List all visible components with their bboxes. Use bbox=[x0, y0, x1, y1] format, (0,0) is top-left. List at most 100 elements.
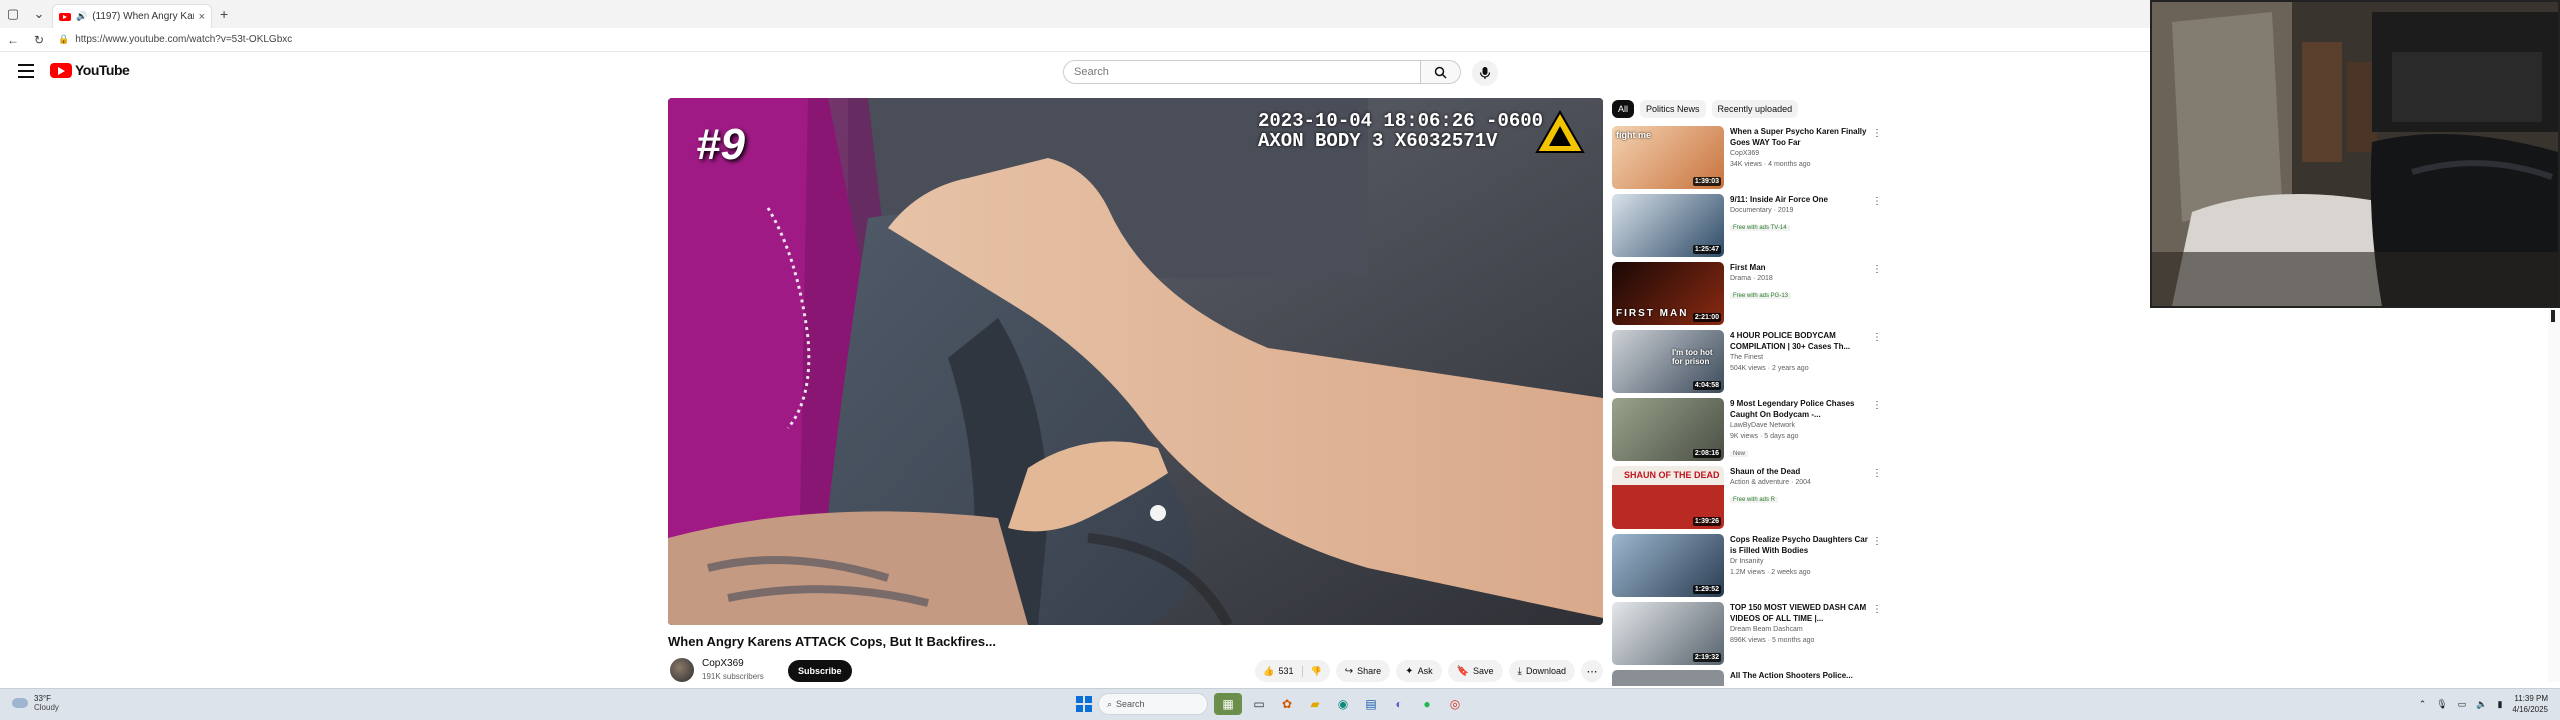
more-options-icon[interactable]: ⋮ bbox=[1872, 604, 1882, 615]
recommendation-title[interactable]: 9 Most Legendary Police Chases Caught On… bbox=[1730, 398, 1870, 420]
tab-title: (1197) When Angry Karens AT bbox=[92, 11, 193, 22]
ask-label: Ask bbox=[1417, 666, 1433, 676]
more-options-icon[interactable]: ⋮ bbox=[1872, 128, 1882, 139]
close-tab-icon[interactable]: × bbox=[199, 11, 205, 23]
video-duration: 1:39:26 bbox=[1692, 517, 1721, 526]
store-icon[interactable]: ▤ bbox=[1360, 693, 1382, 715]
widgets-app-icon[interactable]: ▦ bbox=[1214, 693, 1242, 715]
scrollbar-thumb[interactable] bbox=[2551, 310, 2555, 322]
file-explorer-icon[interactable]: ▰ bbox=[1304, 693, 1326, 715]
recommendation-channel[interactable]: Dr Insanity bbox=[1730, 556, 1870, 567]
video-thumbnail[interactable] bbox=[1612, 670, 1724, 686]
video-thumbnail[interactable]: fight me 1:39:03 bbox=[1612, 126, 1724, 189]
recommendation-item[interactable]: FIRST MAN 2:21:00 First Man Drama · 2018… bbox=[1612, 262, 1882, 330]
recommendation-title[interactable]: First Man bbox=[1730, 262, 1870, 273]
video-thumbnail[interactable]: 1:25:47 bbox=[1612, 194, 1724, 257]
more-actions-icon[interactable]: ⋯ bbox=[1581, 660, 1603, 682]
axon-logo-icon bbox=[1535, 109, 1585, 153]
video-thumbnail[interactable]: I'm too hot for prison 4:04:58 bbox=[1612, 330, 1724, 393]
dislike-button[interactable]: 👎 bbox=[1303, 666, 1330, 677]
recommendation-item[interactable]: 2:19:32 TOP 150 MOST VIEWED DASH CAM VID… bbox=[1612, 602, 1882, 670]
download-button[interactable]: ⤓ Download bbox=[1508, 660, 1575, 682]
chip-politics-news[interactable]: Politics News bbox=[1640, 100, 1706, 118]
chevron-up-icon[interactable]: ⌃ bbox=[2419, 699, 2427, 710]
recommendation-title[interactable]: 9/11: Inside Air Force One bbox=[1730, 194, 1870, 205]
recommendation-item[interactable]: SHAUN OF THE DEAD 1:39:26 Shaun of the D… bbox=[1612, 466, 1882, 534]
battery-icon[interactable]: ▮ bbox=[2497, 699, 2502, 710]
more-options-icon[interactable]: ⋮ bbox=[1872, 264, 1882, 275]
subscribe-button[interactable]: Subscribe bbox=[788, 660, 852, 682]
recommendation-item[interactable]: fight me 1:39:03 When a Super Psycho Kar… bbox=[1612, 126, 1882, 194]
recommendation-title[interactable]: Shaun of the Dead bbox=[1730, 466, 1870, 477]
ask-button[interactable]: ✦ Ask bbox=[1396, 660, 1442, 682]
browser-tab-active[interactable]: 🔊 (1197) When Angry Karens AT × bbox=[52, 4, 212, 28]
more-options-icon[interactable]: ⋮ bbox=[1872, 332, 1882, 343]
clock[interactable]: 11:39 PM 4/16/2025 bbox=[2512, 693, 2548, 715]
teams-icon[interactable]: ◐ bbox=[1388, 693, 1410, 715]
video-thumbnail[interactable]: 1:29:52 bbox=[1612, 534, 1724, 597]
thumbs-down-icon: 👎 bbox=[1310, 665, 1322, 676]
url-field[interactable]: 🔒 https://www.youtube.com/watch?v=53t-OK… bbox=[58, 31, 1958, 49]
search-button[interactable] bbox=[1421, 60, 1461, 84]
windows-start-icon[interactable] bbox=[1076, 696, 1092, 712]
share-icon: ↪ bbox=[1344, 665, 1354, 677]
video-thumbnail[interactable]: 2:19:32 bbox=[1612, 602, 1724, 665]
speaker-icon[interactable]: 🔊 bbox=[76, 11, 87, 22]
refresh-icon[interactable]: ↻ bbox=[26, 33, 52, 47]
recommendation-channel[interactable]: The Finest bbox=[1730, 352, 1870, 363]
weather-widget[interactable]: 33°F Cloudy bbox=[12, 694, 59, 712]
search-input[interactable]: Search bbox=[1063, 60, 1421, 84]
spotify-icon[interactable]: ● bbox=[1416, 693, 1438, 715]
back-arrow-icon[interactable]: ← bbox=[0, 33, 26, 47]
recommendation-title[interactable]: TOP 150 MOST VIEWED DASH CAM VIDEOS OF A… bbox=[1730, 602, 1870, 624]
thumbs-up-icon: 👍 bbox=[1263, 665, 1275, 676]
recommendation-item[interactable]: All The Action Shooters Police... bbox=[1612, 670, 1882, 686]
recommendation-item[interactable]: I'm too hot for prison 4:04:58 4 HOUR PO… bbox=[1612, 330, 1882, 398]
recommendations-list: fight me 1:39:03 When a Super Psycho Kar… bbox=[1612, 126, 1882, 686]
more-options-icon[interactable]: ⋮ bbox=[1872, 196, 1882, 207]
chrome-icon[interactable]: ◎ bbox=[1444, 693, 1466, 715]
page-scrollbar[interactable] bbox=[2548, 310, 2560, 682]
recommendation-channel[interactable]: CopX369 bbox=[1730, 148, 1870, 159]
recommendation-title[interactable]: 4 HOUR POLICE BODYCAM COMPILATION | 30+ … bbox=[1730, 330, 1870, 352]
tab-actions-icon[interactable]: ▢ bbox=[0, 3, 26, 25]
new-tab-button[interactable]: + bbox=[220, 6, 228, 22]
save-button[interactable]: 🔖 Save bbox=[1447, 660, 1503, 682]
recommendation-title[interactable]: Cops Realize Psycho Daughters Car is Fil… bbox=[1730, 534, 1870, 556]
recommendation-title[interactable]: When a Super Psycho Karen Finally Goes W… bbox=[1730, 126, 1870, 148]
share-button[interactable]: ↪ Share bbox=[1335, 660, 1391, 682]
youtube-logo[interactable]: YouTube bbox=[50, 62, 130, 78]
recommendation-item[interactable]: 2:08:16 9 Most Legendary Police Chases C… bbox=[1612, 398, 1882, 466]
video-thumbnail[interactable]: 2:08:16 bbox=[1612, 398, 1724, 461]
recommendation-item[interactable]: 1:25:47 9/11: Inside Air Force One Docum… bbox=[1612, 194, 1882, 262]
voice-search-button[interactable] bbox=[1472, 60, 1498, 86]
download-icon: ⤓ bbox=[1517, 665, 1522, 677]
more-options-icon[interactable]: ⋮ bbox=[1872, 536, 1882, 547]
recommendation-title[interactable]: All The Action Shooters Police... bbox=[1730, 670, 1870, 681]
hamburger-menu-icon[interactable] bbox=[18, 64, 34, 78]
video-player[interactable]: #9 2023-10-04 18:06:26 -0600 AXON BODY 3… bbox=[668, 98, 1603, 625]
video-thumbnail[interactable]: FIRST MAN 2:21:00 bbox=[1612, 262, 1724, 325]
taskbar-search[interactable]: ⌕ Search bbox=[1098, 693, 1208, 715]
channel-avatar[interactable] bbox=[670, 658, 694, 682]
chip-recently-uploaded[interactable]: Recently uploaded bbox=[1711, 100, 1799, 118]
like-button[interactable]: 👍 531 bbox=[1255, 665, 1303, 677]
network-icon[interactable]: ▭ bbox=[2458, 699, 2467, 710]
chip-all[interactable]: All bbox=[1612, 100, 1635, 118]
more-options-icon[interactable]: ⋮ bbox=[1872, 400, 1882, 411]
channel-name[interactable]: CopX369 bbox=[702, 658, 744, 669]
more-options-icon[interactable]: ⋮ bbox=[1872, 468, 1882, 479]
edge-browser-icon[interactable]: ◉ bbox=[1332, 693, 1354, 715]
clock-time: 11:39 PM bbox=[2514, 694, 2548, 703]
microphone-icon[interactable]: 🎙 bbox=[2436, 699, 2447, 710]
copilot-icon[interactable]: ✿ bbox=[1276, 693, 1298, 715]
recommendation-channel[interactable]: LawByDave Network bbox=[1730, 420, 1870, 431]
video-thumbnail[interactable]: SHAUN OF THE DEAD 1:39:26 bbox=[1612, 466, 1724, 529]
recommendation-item[interactable]: 1:29:52 Cops Realize Psycho Daughters Ca… bbox=[1612, 534, 1882, 602]
chevron-down-icon[interactable]: ⌄ bbox=[26, 3, 52, 25]
share-label: Share bbox=[1357, 666, 1382, 676]
task-view-icon[interactable]: ▭ bbox=[1248, 693, 1270, 715]
webcam-overlay bbox=[2150, 0, 2560, 308]
recommendation-channel[interactable]: Dream Beam Dashcam bbox=[1730, 624, 1870, 635]
volume-icon[interactable]: 🔈 bbox=[2476, 699, 2487, 710]
